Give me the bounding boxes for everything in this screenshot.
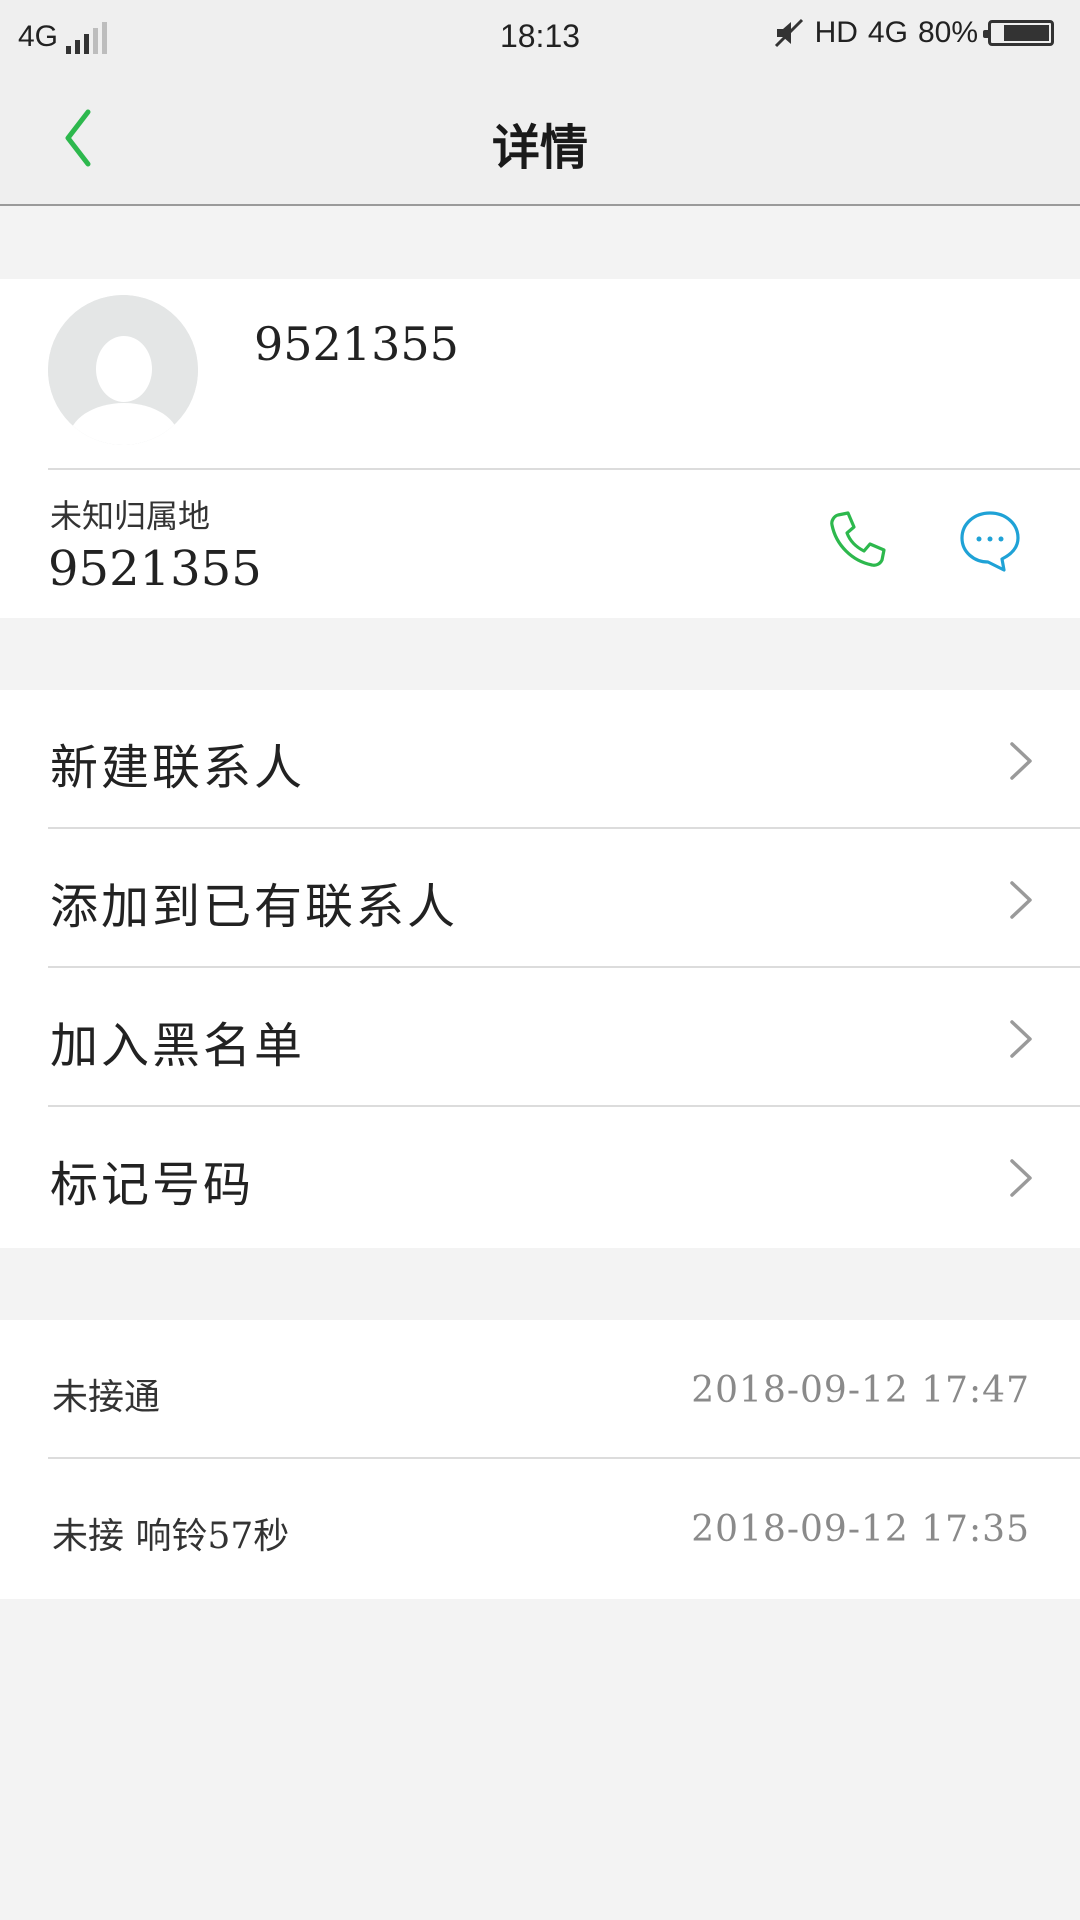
call-datetime: 2018-09-12 17:47 xyxy=(691,1370,1030,1411)
chevron-right-icon xyxy=(1010,881,1032,919)
battery-percent: 80% xyxy=(917,16,978,49)
message-bubble-icon xyxy=(960,511,1020,572)
action-list: 新建联系人 添加到已有联系人 加入黑名单 标记号码 xyxy=(0,690,1080,1248)
action-label: 加入黑名单 xyxy=(50,1018,306,1074)
number-location: 未知归属地 xyxy=(50,497,211,535)
network-type-right: 4G xyxy=(867,16,908,49)
call-log: 未接通 2018-09-12 17:47 未接 响铃57秒 2018-09-12… xyxy=(0,1320,1080,1599)
add-to-blacklist-item[interactable]: 加入黑名单 xyxy=(0,968,1080,1107)
back-button[interactable] xyxy=(50,102,120,172)
hd-label: HD xyxy=(814,16,858,49)
call-datetime: 2018-09-12 17:35 xyxy=(691,1509,1030,1550)
chevron-right-icon xyxy=(1010,1020,1032,1058)
chevron-right-icon xyxy=(1010,1159,1032,1197)
battery-fill xyxy=(1004,25,1049,41)
divider xyxy=(48,468,1080,470)
message-button[interactable] xyxy=(958,509,1022,573)
call-button[interactable] xyxy=(824,509,888,573)
person-placeholder-icon xyxy=(48,295,198,445)
mark-number-item[interactable]: 标记号码 xyxy=(0,1107,1080,1246)
action-label: 标记号码 xyxy=(50,1157,255,1213)
add-to-existing-contact-item[interactable]: 添加到已有联系人 xyxy=(0,829,1080,968)
call-status: 未接通 xyxy=(52,1377,161,1418)
new-contact-item[interactable]: 新建联系人 xyxy=(0,690,1080,829)
status-bar: 4G 18:13 HD 4G 80% xyxy=(0,0,1080,72)
action-label: 添加到已有联系人 xyxy=(50,879,459,935)
header: 详情 xyxy=(0,72,1080,206)
chevron-left-icon xyxy=(65,109,91,167)
battery-icon xyxy=(983,20,1054,46)
chevron-right-icon xyxy=(1010,742,1032,780)
phone-number: 9521355 xyxy=(48,541,262,597)
page-title: 详情 xyxy=(491,120,588,176)
contact-card: 9521355 未知归属地 9521355 xyxy=(0,279,1080,618)
call-log-row: 未接 响铃57秒 2018-09-12 17:35 xyxy=(0,1459,1080,1598)
status-right: HD 4G 80% xyxy=(773,16,1054,50)
action-label: 新建联系人 xyxy=(50,740,306,796)
call-log-row: 未接通 2018-09-12 17:47 xyxy=(0,1320,1080,1459)
phone-icon xyxy=(830,511,886,567)
avatar xyxy=(48,295,198,445)
mute-icon xyxy=(774,18,803,48)
call-status: 未接 响铃57秒 xyxy=(52,1516,290,1557)
contact-name: 9521355 xyxy=(254,317,459,371)
